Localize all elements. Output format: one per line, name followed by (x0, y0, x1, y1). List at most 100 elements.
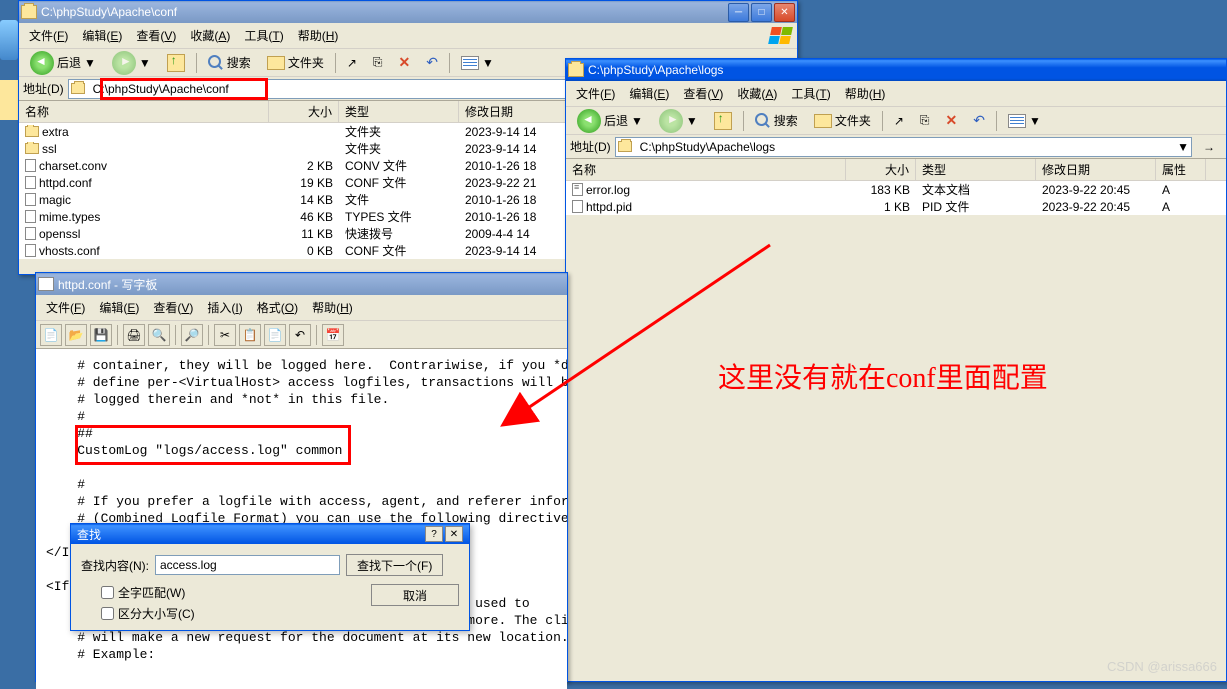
help-button[interactable]: ? (425, 526, 443, 542)
menu-item[interactable]: 查看(V) (147, 297, 199, 318)
menu-item[interactable]: 工具(T) (785, 83, 836, 104)
whole-word-checkbox[interactable] (101, 586, 114, 599)
file-icon (25, 159, 36, 172)
address-label: 地址(D) (23, 80, 64, 97)
editor-content[interactable]: # container, they will be logged here. C… (36, 349, 567, 689)
menu-item[interactable]: 帮助(H) (839, 83, 892, 104)
window-title: C:\phpStudy\Apache\logs (588, 63, 1224, 77)
folder-icon (25, 143, 39, 154)
log-icon (572, 183, 583, 196)
dialog-titlebar[interactable]: 查找 ? ✕ (71, 524, 469, 544)
menu-item[interactable]: 帮助(H) (292, 25, 345, 46)
copy-button[interactable]: 📋 (239, 324, 261, 346)
close-button[interactable]: ✕ (774, 3, 795, 22)
date-button[interactable]: 📅 (322, 324, 344, 346)
file-list: 名称 大小 类型 修改日期 属性 error.log183 KB文本文档2023… (566, 159, 1226, 215)
file-list-header[interactable]: 名称 大小 类型 修改日期 属性 (566, 159, 1226, 181)
maximize-button[interactable]: □ (751, 3, 772, 22)
preview-button[interactable]: 🔍 (148, 324, 170, 346)
menu-item[interactable]: 编辑(E) (93, 297, 145, 318)
folder-icon (25, 126, 39, 137)
folder-icon (71, 83, 85, 94)
document-icon (38, 277, 54, 291)
new-button[interactable]: 📄 (40, 324, 62, 346)
menu-item[interactable]: 查看(V) (677, 83, 729, 104)
menu-item[interactable]: 收藏(A) (184, 25, 236, 46)
find-button[interactable]: 🔎 (181, 324, 203, 346)
menu-item[interactable]: 收藏(A) (731, 83, 783, 104)
forward-button[interactable]: ▼ (105, 48, 158, 78)
match-case-checkbox[interactable] (101, 607, 114, 620)
toolbar: 后退 ▼ ▼ 搜索 文件夹 ↗ ⎘ ✕ ↶ ▼ (566, 107, 1226, 135)
menu-item[interactable]: 格式(O) (251, 297, 304, 318)
search-button[interactable]: 搜索 (201, 51, 258, 74)
menu-item[interactable]: 帮助(H) (306, 297, 359, 318)
move-button[interactable]: ↗ (887, 111, 911, 131)
file-icon (25, 244, 36, 257)
folder-icon (568, 63, 584, 77)
address-label: 地址(D) (570, 138, 611, 155)
paste-button[interactable]: 📄 (264, 324, 286, 346)
go-button[interactable]: → (1196, 137, 1222, 157)
windows-logo (765, 25, 795, 45)
menu-item[interactable]: 文件(F) (23, 25, 74, 46)
cut-button[interactable]: ✂ (214, 324, 236, 346)
menu-item[interactable]: 编辑(E) (623, 83, 675, 104)
move-button[interactable]: ↗ (340, 53, 364, 73)
menu-item[interactable]: 文件(F) (40, 297, 91, 318)
menu-item[interactable]: 插入(I) (201, 297, 248, 318)
file-icon (572, 200, 583, 213)
file-row[interactable]: error.log183 KB文本文档2023-9-22 20:45A (566, 181, 1226, 198)
close-button[interactable]: ✕ (445, 526, 463, 542)
undo-button[interactable]: ↶ (419, 51, 445, 74)
delete-button[interactable]: ✕ (939, 109, 965, 132)
copy-button[interactable]: ⎘ (913, 110, 937, 131)
views-button[interactable]: ▼ (454, 53, 501, 73)
back-button[interactable]: 后退 ▼ (570, 106, 650, 136)
open-button[interactable]: 📂 (65, 324, 87, 346)
forward-button[interactable]: ▼ (652, 106, 705, 136)
search-button[interactable]: 搜索 (748, 109, 805, 132)
copy-button[interactable]: ⎘ (366, 52, 390, 73)
up-button[interactable] (707, 109, 739, 133)
watermark: CSDN @arissa666 (1107, 659, 1217, 674)
delete-button[interactable]: ✕ (392, 51, 418, 74)
views-button[interactable]: ▼ (1001, 111, 1048, 131)
undo-button[interactable]: ↶ (966, 109, 992, 132)
menu-item[interactable]: 编辑(E) (76, 25, 128, 46)
menu-item[interactable]: 工具(T) (238, 25, 289, 46)
explorer-window-logs: C:\phpStudy\Apache\logs 文件(F)编辑(E)查看(V)收… (565, 58, 1227, 682)
up-button[interactable] (160, 51, 192, 75)
save-button[interactable]: 💾 (90, 324, 112, 346)
menubar: 文件(F)编辑(E)查看(V)插入(I)格式(O)帮助(H) (36, 295, 567, 321)
find-dialog: 查找 ? ✕ 查找内容(N): 查找下一个(F) 全字匹配(W) 区分大小写(C… (70, 523, 470, 631)
find-label: 查找内容(N): (81, 557, 149, 574)
folders-button[interactable]: 文件夹 (260, 51, 331, 74)
menubar: 文件(F)编辑(E)查看(V)收藏(A)工具(T)帮助(H) (19, 23, 797, 49)
folders-button[interactable]: 文件夹 (807, 109, 878, 132)
print-button[interactable]: 🖨 (123, 324, 145, 346)
file-icon (25, 193, 36, 206)
minimize-button[interactable]: ─ (728, 3, 749, 22)
file-row[interactable]: httpd.pid1 KBPID 文件2023-9-22 20:45A (566, 198, 1226, 215)
titlebar[interactable]: C:\phpStudy\Apache\logs (566, 59, 1226, 81)
find-input[interactable] (155, 555, 340, 575)
file-icon (25, 176, 36, 189)
find-next-button[interactable]: 查找下一个(F) (346, 554, 443, 576)
dialog-title-text: 查找 (77, 526, 101, 543)
menu-item[interactable]: 文件(F) (570, 83, 621, 104)
menu-item[interactable]: 查看(V) (130, 25, 182, 46)
menubar: 文件(F)编辑(E)查看(V)收藏(A)工具(T)帮助(H) (566, 81, 1226, 107)
wordpad-toolbar: 📄 📂 💾 🖨 🔍 🔎 ✂ 📋 📄 ↶ 📅 (36, 321, 567, 349)
titlebar[interactable]: httpd.conf - 写字板 (36, 273, 567, 295)
folder-icon (21, 5, 37, 19)
undo-button[interactable]: ↶ (289, 324, 311, 346)
back-button[interactable]: 后退 ▼ (23, 48, 103, 78)
address-input[interactable]: C:\phpStudy\Apache\logs ▼ (615, 137, 1192, 157)
address-bar: 地址(D) C:\phpStudy\Apache\logs ▼ → (566, 135, 1226, 159)
file-icon (25, 210, 36, 223)
titlebar[interactable]: C:\phpStudy\Apache\conf ─ □ ✕ (19, 1, 797, 23)
folder-icon (618, 141, 632, 152)
file-icon (25, 227, 36, 240)
cancel-button[interactable]: 取消 (371, 584, 459, 606)
